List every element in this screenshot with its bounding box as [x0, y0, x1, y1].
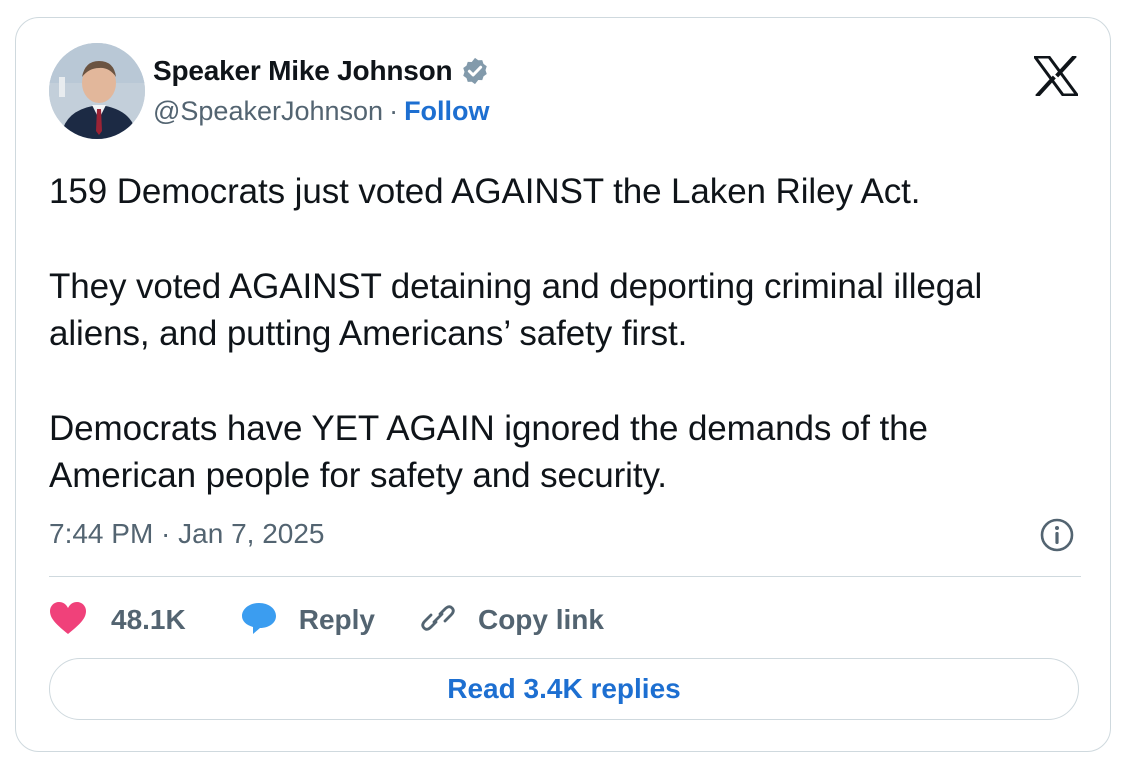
like-count: 48.1K — [111, 604, 186, 635]
author-name-row: Speaker Mike Johnson — [153, 55, 490, 87]
x-logo-icon[interactable] — [1032, 54, 1080, 101]
reply-button[interactable]: Reply — [241, 601, 375, 640]
tweet-paragraph: 159 Democrats just voted AGAINST the Lak… — [49, 172, 921, 211]
follow-button[interactable]: Follow — [404, 96, 489, 126]
avatar[interactable] — [49, 43, 145, 139]
author-handle[interactable]: @SpeakerJohnson — [153, 96, 383, 126]
tweet-card: Speaker Mike Johnson @SpeakerJohnson · Fol… — [15, 17, 1111, 752]
reply-label: Reply — [298, 604, 375, 635]
read-replies-button[interactable]: Read 3.4K replies — [49, 658, 1079, 720]
heart-icon — [49, 601, 87, 640]
reply-bubble-icon — [241, 601, 277, 640]
verified-badge-icon — [460, 56, 490, 86]
author-name[interactable]: Speaker Mike Johnson — [153, 55, 453, 87]
handle-separator: · — [389, 96, 399, 126]
tweet-timestamp[interactable]: 7:44 PM · Jan 7, 2025 — [49, 518, 325, 550]
copy-link-button[interactable]: Copy link — [420, 600, 604, 641]
like-button[interactable]: 48.1K — [49, 601, 186, 640]
action-bar: 48.1K Reply Copy link — [49, 598, 604, 642]
author-handle-row: @SpeakerJohnson · Follow — [153, 96, 490, 127]
tweet-text: 159 Democrats just voted AGAINST the Lak… — [49, 168, 1069, 499]
copy-link-label: Copy link — [477, 604, 604, 635]
divider — [49, 576, 1081, 577]
tweet-paragraph: Democrats have YET AGAIN ignored the dem… — [49, 409, 928, 495]
info-icon[interactable] — [1039, 517, 1075, 558]
link-icon — [420, 600, 456, 641]
tweet-paragraph: They voted AGAINST detaining and deporti… — [49, 267, 983, 353]
